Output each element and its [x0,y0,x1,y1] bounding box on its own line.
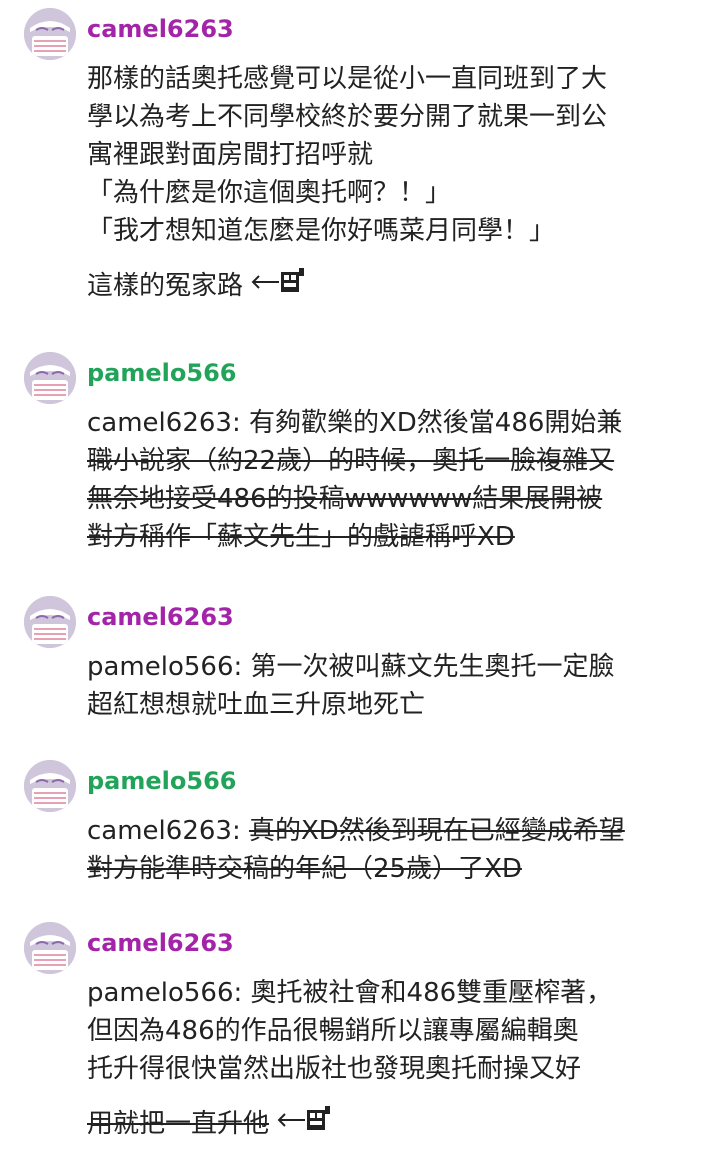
comment-line: 學以為考上不同學校終於要分開了就果一到公 [87,102,608,132]
comment-line: pamelo566: 第一次被叫蘇文先生奧托一定臉 [87,648,697,686]
comment-line-spoiler: 無奈地接受486的投稿wwwwww結果展開被 [87,484,603,514]
comment-line-text: 有夠歡樂的XD然後當486開始兼 [248,408,623,438]
arrow-emote-icon [251,268,305,292]
avatar-icon [24,352,76,404]
comment-line-spoiler: 對方稱作「蘇文先生」的戲謔稱呼XD [87,522,515,552]
comment-body: pamelo566: 第一次被叫蘇文先生奧托一定臉 超紅想想就吐血三升原地死亡 [87,648,697,724]
comment-body: camel6263: 真的XD然後到現在已經變成希望 對方能準時交稿的年紀（25… [87,812,697,888]
reply-mention[interactable]: camel6263: [87,408,241,438]
comment-line-text: 奧托被社會和486雙重壓榨著， [250,978,613,1008]
arrow-emote-icon [277,1106,331,1130]
username-link[interactable]: camel6263 [87,928,234,958]
comment-line-text: 這樣的冤家路 [87,271,244,301]
reply-mention[interactable]: pamelo566: [87,652,242,682]
comment-line: 那樣的話奧托感覺可以是從小一直同班到了大 [87,64,608,94]
username-link[interactable]: pamelo566 [87,358,236,388]
reply-mention[interactable]: camel6263: [87,816,241,846]
comment-line-with-emote: 用就把一直升他 [87,1104,697,1142]
comment-line: camel6263: 有夠歡樂的XD然後當486開始兼 [87,404,697,442]
avatar-icon [24,8,76,60]
comment-body: pamelo566: 奧托被社會和486雙重壓榨著， 但因為486的作品很暢銷所… [87,974,697,1142]
comment-line: 「為什麼是你這個奧托啊？！」 [87,178,452,208]
comment-line: camel6263: 真的XD然後到現在已經變成希望 [87,812,697,850]
comment-thread: camel6263 那樣的話奧托感覺可以是從小一直同班到了大 學以為考上不同學校… [0,0,720,1170]
avatar-icon [24,760,76,812]
comment-line: 超紅想想就吐血三升原地死亡 [87,690,426,720]
comment-line-text: 第一次被叫蘇文先生奧托一定臉 [250,652,615,682]
username-link[interactable]: pamelo566 [87,766,236,796]
avatar[interactable] [24,8,76,60]
avatar[interactable] [24,596,76,648]
comment-line: 寓裡跟對面房間打招呼就 [87,140,374,170]
comment-line: 「我才想知道怎麼是你好嗎菜月同學！」 [87,216,556,246]
username-link[interactable]: camel6263 [87,14,234,44]
comment-line: pamelo566: 奧托被社會和486雙重壓榨著， [87,974,697,1012]
avatar-icon [24,922,76,974]
comment-line-with-emote: 這樣的冤家路 [87,266,697,304]
comment-line-spoiler: 對方能準時交稿的年紀（25歲）了XD [87,854,522,884]
avatar[interactable] [24,760,76,812]
avatar-icon [24,596,76,648]
comment-body: 那樣的話奧托感覺可以是從小一直同班到了大 學以為考上不同學校終於要分開了就果一到… [87,60,697,304]
comment-body: camel6263: 有夠歡樂的XD然後當486開始兼 職小說家（約22歲）的時… [87,404,697,556]
comment-line: 但因為486的作品很暢銷所以讓專屬編輯奧 [87,1016,579,1046]
username-link[interactable]: camel6263 [87,602,234,632]
comment-line-spoiler: 用就把一直升他 [87,1109,270,1139]
comment-line-spoiler: 真的XD然後到現在已經變成希望 [248,816,625,846]
reply-mention[interactable]: pamelo566: [87,978,242,1008]
avatar[interactable] [24,922,76,974]
comment-line-spoiler: 職小說家（約22歲）的時候，奧托一臉複雜又 [87,446,615,476]
avatar[interactable] [24,352,76,404]
comment-line: 托升得很快當然出版社也發現奧托耐操又好 [87,1054,582,1084]
